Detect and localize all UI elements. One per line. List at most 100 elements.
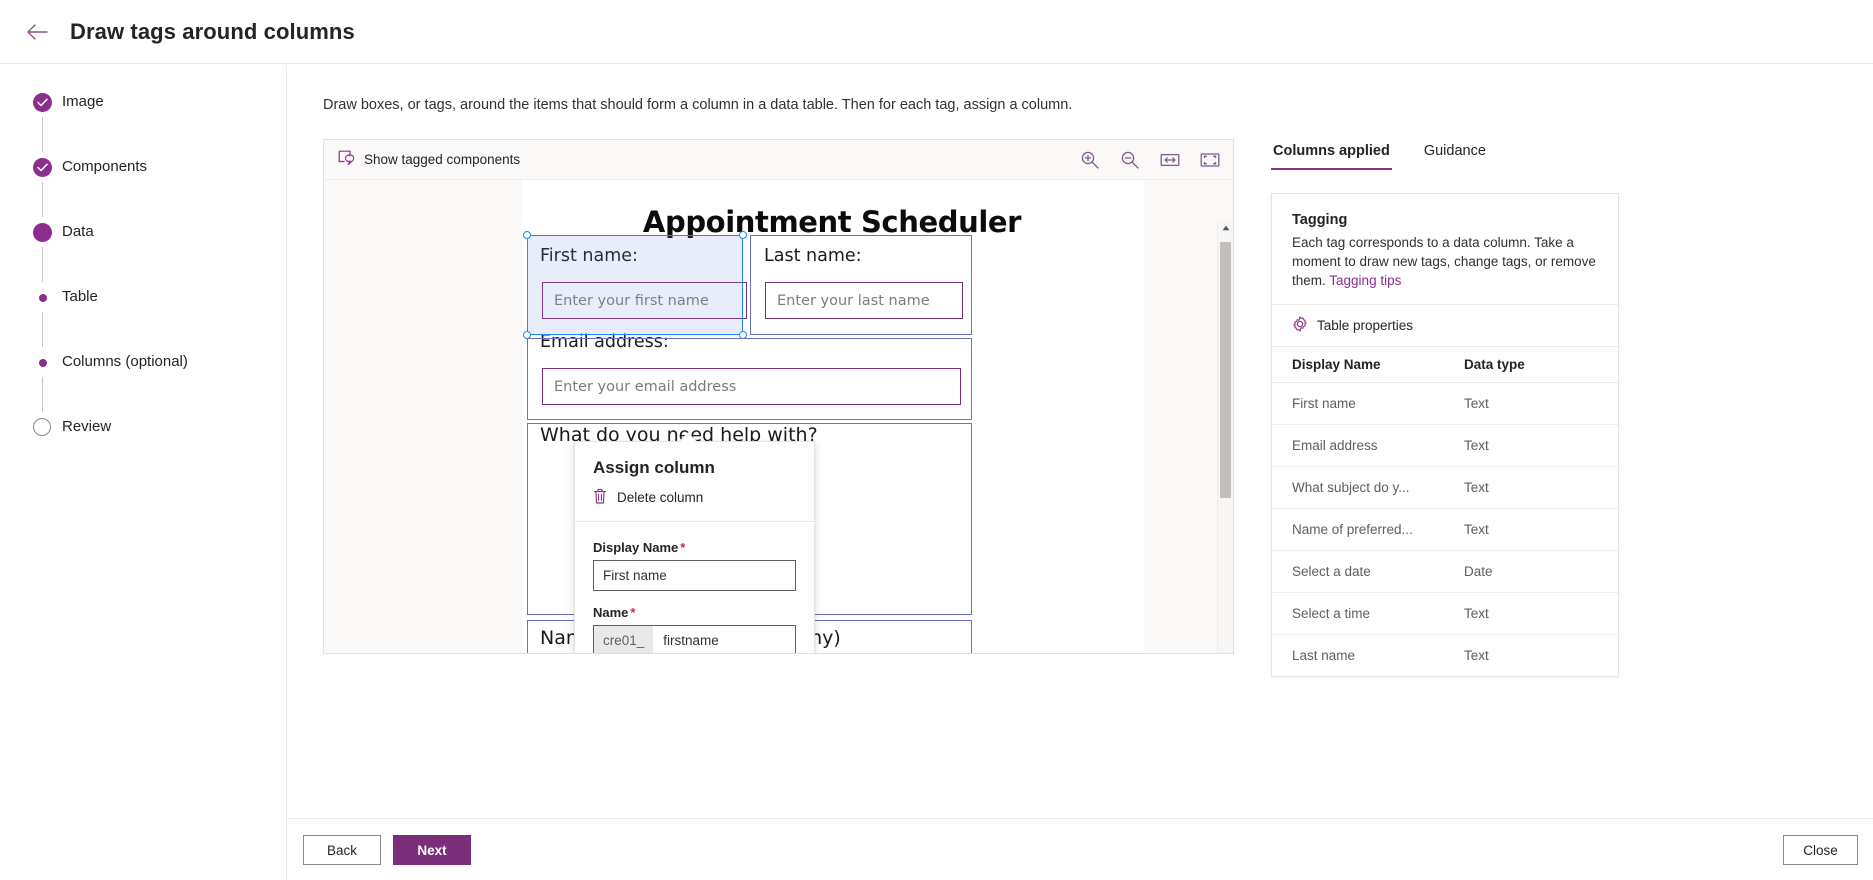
display-name-field-group: Display Name * First name xyxy=(593,540,796,591)
scrollbar-thumb[interactable] xyxy=(1220,242,1231,498)
sidebar-step-label: Columns (optional) xyxy=(62,353,188,370)
name-input[interactable]: cre01_ firstname xyxy=(593,625,796,653)
back-arrow-icon[interactable] xyxy=(20,15,54,49)
cell-data-type: Text xyxy=(1444,592,1618,635)
display-name-label-text: Display Name xyxy=(593,540,679,555)
sidebar-step-label: Image xyxy=(62,93,104,110)
page-title: Draw tags around columns xyxy=(70,18,355,44)
sidebar-step-label: Components xyxy=(62,158,148,175)
cell-display-name: Email address xyxy=(1272,424,1444,467)
step-status-icon xyxy=(33,418,51,436)
table-properties-label: Table properties xyxy=(1317,318,1414,333)
cell-display-name: What subject do y... xyxy=(1272,466,1444,509)
image-viewport[interactable]: Appointment Scheduler First name: Enter … xyxy=(324,180,1233,653)
column-header-data-type: Data type xyxy=(1444,346,1618,383)
table-row[interactable]: What subject do y... Text xyxy=(1272,466,1618,509)
tagging-title: Tagging xyxy=(1292,212,1348,228)
fit-screen-icon[interactable] xyxy=(1197,147,1223,173)
delete-column-button[interactable]: Delete column xyxy=(593,488,796,521)
tab-columns-applied[interactable]: Columns applied xyxy=(1271,139,1392,170)
table-row[interactable]: First name Text xyxy=(1272,382,1618,425)
tab-guidance[interactable]: Guidance xyxy=(1422,139,1488,170)
sidebar-step-components[interactable]: Components xyxy=(0,158,286,223)
cell-data-type: Text xyxy=(1444,382,1618,425)
cell-display-name: First name xyxy=(1272,382,1444,425)
form-label-email: Email address: xyxy=(540,332,669,352)
back-button[interactable]: Back xyxy=(303,835,381,865)
resize-handle-top-left[interactable] xyxy=(523,231,531,239)
sidebar-step-label: Table xyxy=(62,288,98,305)
sidebar-step-review[interactable]: Review xyxy=(0,418,286,483)
assign-column-popover: Assign column Delete column Display Name… xyxy=(574,441,815,653)
step-status-icon xyxy=(33,158,52,177)
name-field-group: Name * cre01_ firstname xyxy=(593,605,796,653)
show-tagged-label: Show tagged components xyxy=(364,152,521,167)
right-panel: Columns applied Guidance Tagging Each ta… xyxy=(1271,139,1626,677)
cell-data-type: Date xyxy=(1444,550,1618,593)
columns-table: Display Name Data type First name Text E… xyxy=(1272,346,1618,676)
table-row[interactable]: Last name Text xyxy=(1272,635,1618,677)
cell-display-name: Select a date xyxy=(1272,550,1444,593)
fit-width-icon[interactable] xyxy=(1157,147,1183,173)
step-connector xyxy=(42,377,44,412)
sidebar-step-data[interactable]: Data xyxy=(0,223,286,288)
panel-tabs: Columns applied Guidance xyxy=(1271,139,1626,171)
tagging-tips-link[interactable]: Tagging tips xyxy=(1329,273,1401,288)
scroll-up-arrow-icon[interactable] xyxy=(1218,220,1233,236)
step-status-icon xyxy=(33,353,52,372)
zoom-in-icon[interactable] xyxy=(1077,147,1103,173)
table-row[interactable]: Email address Text xyxy=(1272,424,1618,467)
table-row[interactable]: Select a date Date xyxy=(1272,550,1618,593)
step-status-icon xyxy=(33,288,52,307)
app-header: Draw tags around columns xyxy=(0,0,1873,64)
form-input-email[interactable]: Enter your email address xyxy=(542,368,961,405)
step-connector xyxy=(42,312,44,347)
popover-body: Display Name * First name Name * cre01_ fi… xyxy=(575,522,814,653)
popover-title: Assign column xyxy=(593,458,715,477)
show-tagged-components-button[interactable]: Show tagged components xyxy=(324,150,520,169)
tagging-description: Each tag corresponds to a data column. T… xyxy=(1292,233,1598,290)
canvas-vertical-scrollbar[interactable] xyxy=(1217,220,1233,653)
form-input-first-name[interactable]: Enter your first name xyxy=(542,282,747,319)
step-status-icon xyxy=(33,223,52,242)
sidebar-step-label: Data xyxy=(62,223,94,240)
sidebar-step-table[interactable]: Table xyxy=(0,288,286,353)
gear-icon xyxy=(1292,316,1308,335)
zoom-out-icon[interactable] xyxy=(1117,147,1143,173)
name-label: Name * xyxy=(593,605,796,620)
display-name-input[interactable]: First name xyxy=(593,560,796,591)
image-canvas-card: Show tagged components Appointment Sched… xyxy=(323,139,1234,654)
delete-column-label: Delete column xyxy=(617,490,704,505)
resize-handle-bottom-left[interactable] xyxy=(523,331,531,339)
name-label-text: Name xyxy=(593,605,629,620)
canvas-zoom-tools xyxy=(1077,140,1223,180)
resize-handle-bottom-right[interactable] xyxy=(739,331,747,339)
display-name-label: Display Name * xyxy=(593,540,796,555)
instruction-text: Draw boxes, or tags, around the items th… xyxy=(323,97,1073,113)
table-properties-button[interactable]: Table properties xyxy=(1272,304,1618,346)
sidebar-step-columns[interactable]: Columns (optional) xyxy=(0,353,286,418)
step-connector xyxy=(42,182,44,217)
sidebar-step-image[interactable]: Image xyxy=(0,93,286,158)
form-input-last-name[interactable]: Enter your last name xyxy=(765,282,963,319)
step-connector xyxy=(42,117,44,152)
next-button[interactable]: Next xyxy=(393,835,471,865)
form-label-first-name: First name: xyxy=(540,246,638,266)
step-status-icon xyxy=(33,93,52,112)
cell-data-type: Text xyxy=(1464,648,1489,663)
main-content: Draw boxes, or tags, around the items th… xyxy=(288,65,1873,818)
columns-applied-card: Tagging Each tag corresponds to a data c… xyxy=(1271,193,1619,677)
cell-display-name: Last name xyxy=(1292,648,1356,663)
trash-icon xyxy=(593,488,607,507)
document-title: Appointment Scheduler xyxy=(642,205,1022,239)
cell-data-type: Text xyxy=(1444,466,1618,509)
tag-outline-icon xyxy=(338,150,355,169)
step-connector xyxy=(42,247,44,282)
table-row[interactable]: Select a time Text xyxy=(1272,592,1618,635)
close-button[interactable]: Close xyxy=(1783,835,1858,865)
cell-data-type: Text xyxy=(1444,508,1618,551)
cell-data-type: Text xyxy=(1444,424,1618,467)
table-row[interactable]: Name of preferred... Text xyxy=(1272,508,1618,551)
wizard-footer: Back Next Close xyxy=(288,818,1873,880)
tagging-info-block: Tagging Each tag corresponds to a data c… xyxy=(1272,194,1618,304)
